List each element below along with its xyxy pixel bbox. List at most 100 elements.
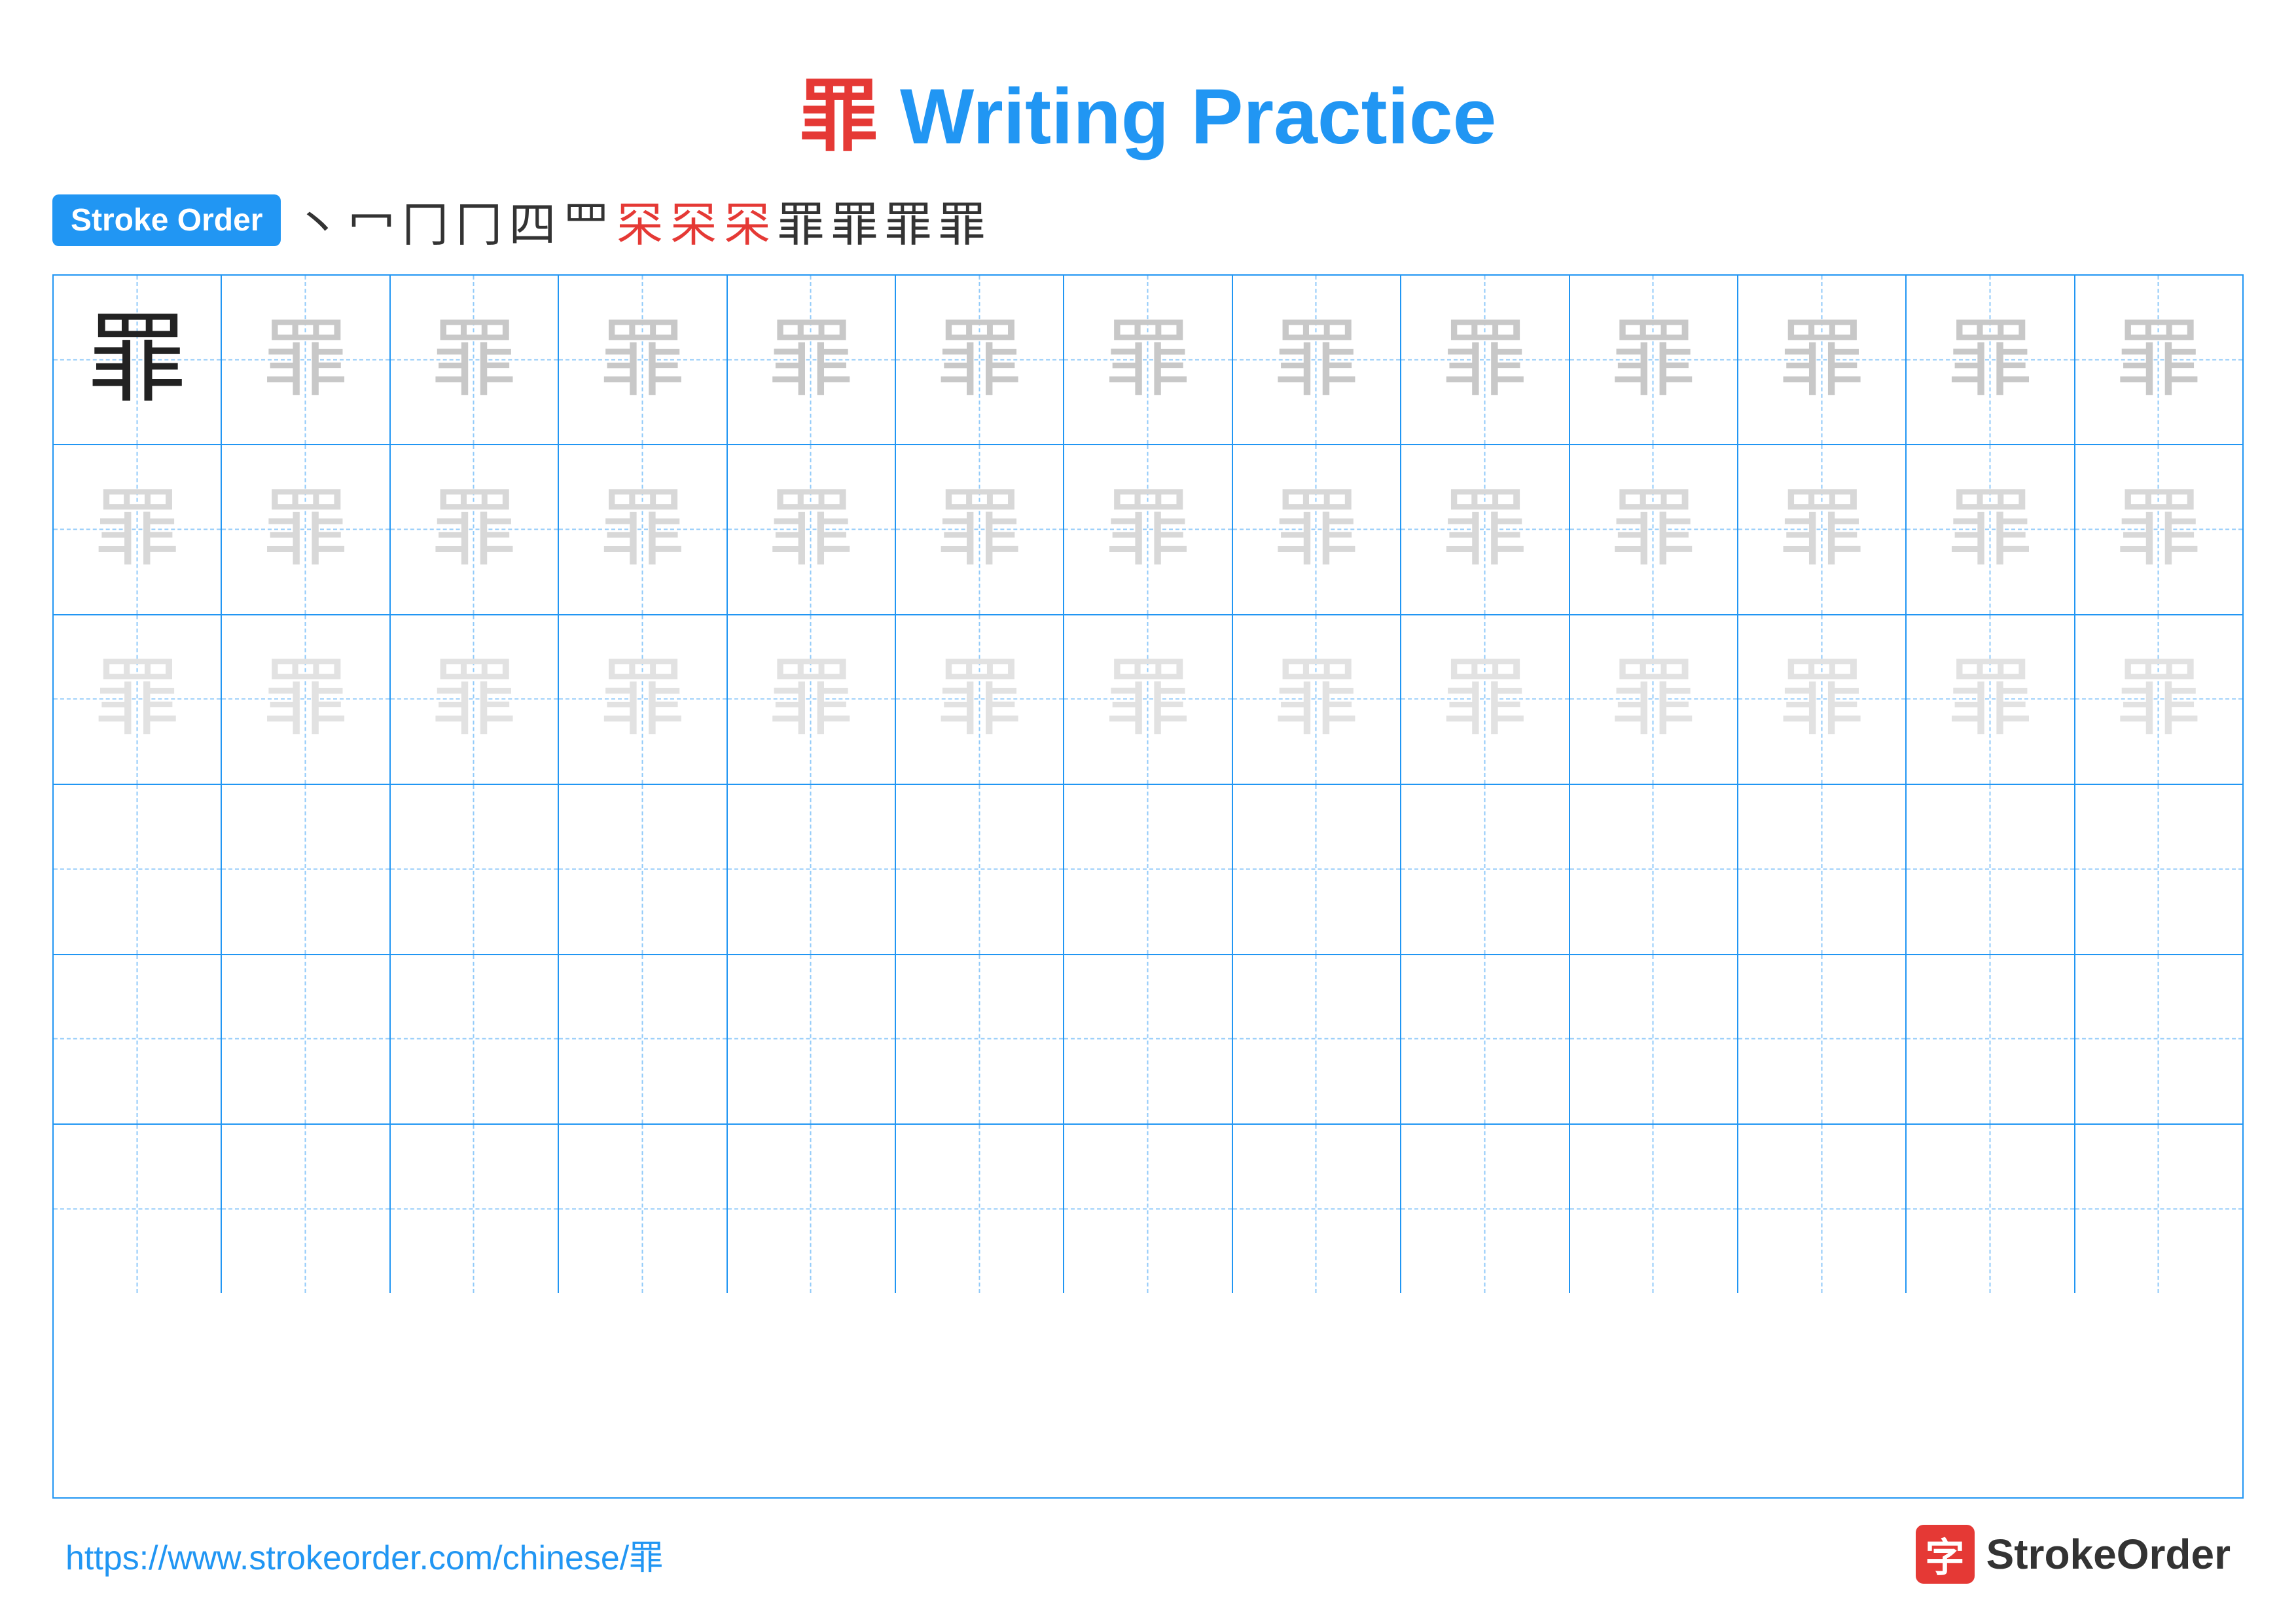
stroke-step-13: 罪 bbox=[939, 186, 986, 255]
grid-cell-6-4[interactable] bbox=[559, 1125, 727, 1293]
grid-cell-6-8[interactable] bbox=[1233, 1125, 1401, 1293]
grid-cell-5-11[interactable] bbox=[1738, 955, 1907, 1123]
grid-cell-1-13[interactable]: 罪 bbox=[2075, 276, 2242, 444]
stroke-step-10: 罪 bbox=[778, 186, 825, 255]
grid-cell-3-13[interactable]: 罪 bbox=[2075, 615, 2242, 784]
stroke-step-2: 冖 bbox=[348, 186, 395, 255]
grid-cell-5-10[interactable] bbox=[1570, 955, 1738, 1123]
grid-cell-6-10[interactable] bbox=[1570, 1125, 1738, 1293]
grid-row-2: 罪 罪 罪 罪 罪 罪 罪 罪 罪 罪 罪 罪 罪 bbox=[54, 445, 2242, 615]
grid-cell-3-9[interactable]: 罪 bbox=[1401, 615, 1570, 784]
grid-cell-2-5[interactable]: 罪 bbox=[728, 445, 896, 613]
page: 罪 Writing Practice Stroke Order 丶 冖 冂 冂 … bbox=[0, 0, 2296, 1623]
grid-cell-6-12[interactable] bbox=[1907, 1125, 2075, 1293]
grid-cell-5-9[interactable] bbox=[1401, 955, 1570, 1123]
grid-cell-5-2[interactable] bbox=[222, 955, 390, 1123]
stroke-order-row: Stroke Order 丶 冖 冂 冂 四 罒 罙 罙 罙 罪 罪 罪 罪 bbox=[52, 186, 2244, 255]
grid-cell-2-1[interactable]: 罪 bbox=[54, 445, 222, 613]
grid-cell-2-12[interactable]: 罪 bbox=[1907, 445, 2075, 613]
grid-cell-1-7[interactable]: 罪 bbox=[1064, 276, 1232, 444]
grid-cell-4-10[interactable] bbox=[1570, 785, 1738, 953]
brand-name: StrokeOrder bbox=[1986, 1530, 2231, 1578]
stroke-step-3: 冂 bbox=[401, 186, 448, 255]
grid-cell-5-7[interactable] bbox=[1064, 955, 1232, 1123]
grid-cell-2-2[interactable]: 罪 bbox=[222, 445, 390, 613]
stroke-step-8: 罙 bbox=[670, 186, 717, 255]
grid-cell-2-11[interactable]: 罪 bbox=[1738, 445, 1907, 613]
grid-cell-3-11[interactable]: 罪 bbox=[1738, 615, 1907, 784]
grid-cell-5-5[interactable] bbox=[728, 955, 896, 1123]
grid-cell-1-2[interactable]: 罪 bbox=[222, 276, 390, 444]
grid-cell-3-3[interactable]: 罪 bbox=[391, 615, 559, 784]
grid-cell-1-6[interactable]: 罪 bbox=[896, 276, 1064, 444]
grid-cell-3-1[interactable]: 罪 bbox=[54, 615, 222, 784]
grid-cell-4-4[interactable] bbox=[559, 785, 727, 953]
stroke-steps: 丶 冖 冂 冂 四 罒 罙 罙 罙 罪 罪 罪 罪 bbox=[294, 186, 985, 255]
grid-cell-5-4[interactable] bbox=[559, 955, 727, 1123]
grid-cell-6-9[interactable] bbox=[1401, 1125, 1570, 1293]
grid-cell-2-4[interactable]: 罪 bbox=[559, 445, 727, 613]
grid-cell-3-7[interactable]: 罪 bbox=[1064, 615, 1232, 784]
grid-cell-1-9[interactable]: 罪 bbox=[1401, 276, 1570, 444]
grid-cell-2-9[interactable]: 罪 bbox=[1401, 445, 1570, 613]
grid-cell-3-2[interactable]: 罪 bbox=[222, 615, 390, 784]
grid-cell-1-4[interactable]: 罪 bbox=[559, 276, 727, 444]
footer: https://www.strokeorder.com/chinese/罪 字 … bbox=[52, 1525, 2244, 1584]
grid-cell-3-4[interactable]: 罪 bbox=[559, 615, 727, 784]
grid-cell-5-6[interactable] bbox=[896, 955, 1064, 1123]
grid-cell-2-3[interactable]: 罪 bbox=[391, 445, 559, 613]
stroke-order-badge: Stroke Order bbox=[52, 194, 281, 246]
grid-cell-4-9[interactable] bbox=[1401, 785, 1570, 953]
grid-cell-4-1[interactable] bbox=[54, 785, 222, 953]
grid-cell-3-10[interactable]: 罪 bbox=[1570, 615, 1738, 784]
grid-cell-6-13[interactable] bbox=[2075, 1125, 2242, 1293]
grid-cell-2-8[interactable]: 罪 bbox=[1233, 445, 1401, 613]
grid-cell-6-5[interactable] bbox=[728, 1125, 896, 1293]
grid-cell-4-12[interactable] bbox=[1907, 785, 2075, 953]
grid-cell-6-3[interactable] bbox=[391, 1125, 559, 1293]
grid-cell-4-13[interactable] bbox=[2075, 785, 2242, 953]
stroke-step-11: 罪 bbox=[831, 186, 878, 255]
grid-cell-4-5[interactable] bbox=[728, 785, 896, 953]
grid-cell-1-11[interactable]: 罪 bbox=[1738, 276, 1907, 444]
grid-cell-4-7[interactable] bbox=[1064, 785, 1232, 953]
grid-cell-2-7[interactable]: 罪 bbox=[1064, 445, 1232, 613]
grid-cell-1-1[interactable]: 罪 bbox=[54, 276, 222, 444]
grid-cell-3-6[interactable]: 罪 bbox=[896, 615, 1064, 784]
grid-cell-6-11[interactable] bbox=[1738, 1125, 1907, 1293]
grid-cell-6-2[interactable] bbox=[222, 1125, 390, 1293]
grid-cell-5-3[interactable] bbox=[391, 955, 559, 1123]
stroke-step-1: 丶 bbox=[294, 186, 341, 255]
grid-cell-6-7[interactable] bbox=[1064, 1125, 1232, 1293]
grid-cell-6-6[interactable] bbox=[896, 1125, 1064, 1293]
grid-row-1: 罪 罪 罪 罪 罪 罪 罪 罪 罪 罪 罪 罪 罪 bbox=[54, 276, 2242, 445]
grid-cell-3-5[interactable]: 罪 bbox=[728, 615, 896, 784]
practice-grid: 罪 罪 罪 罪 罪 罪 罪 罪 罪 罪 罪 罪 罪 罪 罪 罪 罪 罪 罪 罪 … bbox=[52, 274, 2244, 1499]
grid-cell-2-10[interactable]: 罪 bbox=[1570, 445, 1738, 613]
grid-row-5 bbox=[54, 955, 2242, 1125]
grid-cell-2-13[interactable]: 罪 bbox=[2075, 445, 2242, 613]
grid-cell-6-1[interactable] bbox=[54, 1125, 222, 1293]
stroke-step-12: 罪 bbox=[885, 186, 932, 255]
grid-cell-4-2[interactable] bbox=[222, 785, 390, 953]
grid-cell-4-6[interactable] bbox=[896, 785, 1064, 953]
grid-cell-3-8[interactable]: 罪 bbox=[1233, 615, 1401, 784]
grid-cell-4-11[interactable] bbox=[1738, 785, 1907, 953]
grid-row-3: 罪 罪 罪 罪 罪 罪 罪 罪 罪 罪 罪 罪 罪 bbox=[54, 615, 2242, 785]
grid-cell-1-10[interactable]: 罪 bbox=[1570, 276, 1738, 444]
stroke-step-7: 罙 bbox=[617, 186, 664, 255]
grid-cell-3-12[interactable]: 罪 bbox=[1907, 615, 2075, 784]
grid-cell-1-3[interactable]: 罪 bbox=[391, 276, 559, 444]
grid-cell-1-12[interactable]: 罪 bbox=[1907, 276, 2075, 444]
grid-cell-4-8[interactable] bbox=[1233, 785, 1401, 953]
grid-cell-5-1[interactable] bbox=[54, 955, 222, 1123]
grid-cell-5-13[interactable] bbox=[2075, 955, 2242, 1123]
grid-cell-4-3[interactable] bbox=[391, 785, 559, 953]
title-text: Writing Practice bbox=[878, 73, 1497, 160]
grid-cell-1-8[interactable]: 罪 bbox=[1233, 276, 1401, 444]
grid-cell-2-6[interactable]: 罪 bbox=[896, 445, 1064, 613]
footer-url[interactable]: https://www.strokeorder.com/chinese/罪 bbox=[65, 1530, 663, 1579]
grid-cell-5-8[interactable] bbox=[1233, 955, 1401, 1123]
grid-cell-1-5[interactable]: 罪 bbox=[728, 276, 896, 444]
grid-cell-5-12[interactable] bbox=[1907, 955, 2075, 1123]
